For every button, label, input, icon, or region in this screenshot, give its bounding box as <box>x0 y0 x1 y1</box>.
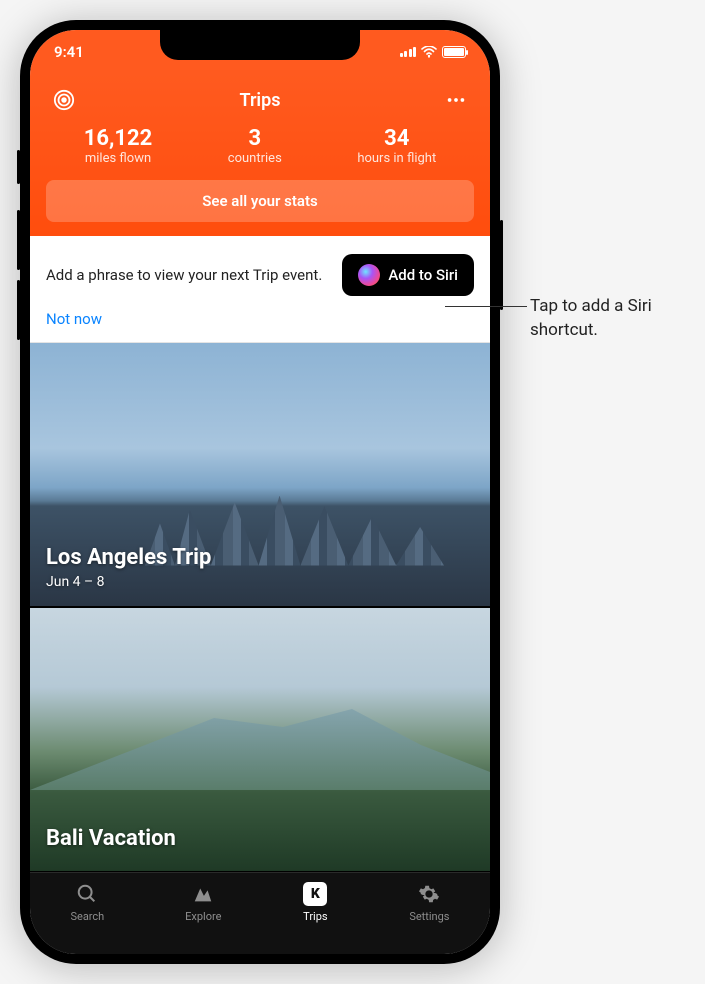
tab-label: Search <box>70 910 104 923</box>
search-icon <box>74 881 100 907</box>
stat-countries: 3 countries <box>228 126 282 166</box>
tab-settings[interactable]: Settings <box>409 881 449 923</box>
callout-text: Tap to add a Siri shortcut. <box>530 295 705 343</box>
status-time: 9:41 <box>54 43 84 61</box>
stats-row: 16,122 miles flown 3 countries 34 hours … <box>46 126 474 166</box>
app-header: Trips 16,122 miles flown 3 countries 34 … <box>30 74 490 236</box>
trip-title: Bali Vacation <box>46 826 474 851</box>
trip-title: Los Angeles Trip <box>46 545 474 570</box>
gear-icon <box>416 881 442 907</box>
side-button-volume-down <box>17 280 20 340</box>
siri-card: Add a phrase to view your next Trip even… <box>30 236 490 343</box>
tab-label: Settings <box>409 910 449 923</box>
page-title: Trips <box>240 90 281 111</box>
trip-card-los-angeles[interactable]: Los Angeles Trip Jun 4 – 8 <box>30 343 490 608</box>
side-button-power <box>500 220 503 310</box>
trips-icon: K <box>302 881 328 907</box>
stat-miles: 16,122 miles flown <box>84 126 153 166</box>
add-to-siri-button[interactable]: Add to Siri <box>342 254 474 296</box>
wifi-icon <box>421 46 437 58</box>
tab-label: Trips <box>303 910 327 923</box>
siri-button-label: Add to Siri <box>388 266 458 284</box>
cellular-signal-icon <box>400 47 417 57</box>
trip-dates: Jun 4 – 8 <box>46 574 474 590</box>
see-all-stats-button[interactable]: See all your stats <box>46 180 474 222</box>
trip-card-bali[interactable]: Bali Vacation <box>30 608 490 872</box>
not-now-link[interactable]: Not now <box>46 310 102 328</box>
trip-list[interactable]: Los Angeles Trip Jun 4 – 8 Bali Vacation <box>30 343 490 872</box>
status-indicators <box>400 46 467 58</box>
side-button-volume-up <box>17 210 20 270</box>
side-button-silence <box>17 150 20 184</box>
siri-prompt-text: Add a phrase to view your next Trip even… <box>46 265 330 285</box>
siri-icon <box>358 264 380 286</box>
stat-hours: 34 hours in flight <box>357 126 436 166</box>
tab-trips[interactable]: K Trips <box>302 881 328 923</box>
explore-icon <box>190 881 216 907</box>
battery-icon <box>442 46 466 58</box>
callout-leader-line <box>445 306 527 307</box>
stat-value: 16,122 <box>84 126 153 151</box>
tab-label: Explore <box>185 910 221 923</box>
stat-label: miles flown <box>84 151 153 166</box>
tab-search[interactable]: Search <box>70 881 104 923</box>
tab-explore[interactable]: Explore <box>185 881 221 923</box>
phone-screen: 9:41 Trips <box>30 30 490 954</box>
stat-label: countries <box>228 151 282 166</box>
stat-value: 3 <box>228 126 282 151</box>
phone-frame: 9:41 Trips <box>20 20 500 964</box>
stat-value: 34 <box>357 126 436 151</box>
notch <box>160 30 360 60</box>
more-icon[interactable] <box>442 86 470 114</box>
radar-icon[interactable] <box>50 86 78 114</box>
stat-label: hours in flight <box>357 151 436 166</box>
tab-bar: Search Explore K Trips Settings <box>30 872 490 954</box>
